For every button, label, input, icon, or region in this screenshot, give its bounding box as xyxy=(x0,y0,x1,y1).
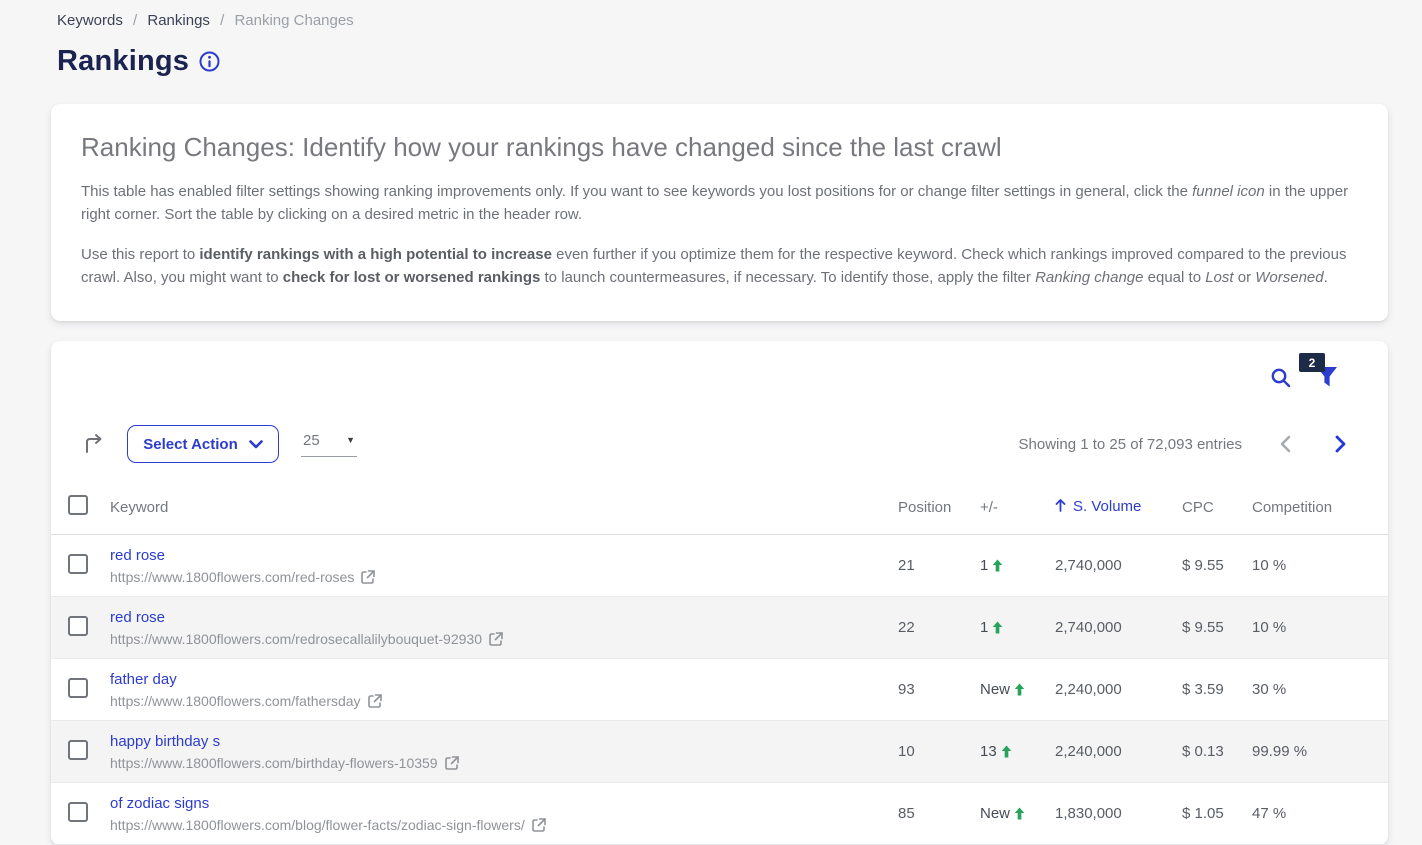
funnel-icon[interactable]: 2 xyxy=(1316,365,1338,389)
keyword-url: https://www.1800flowers.com/birthday-flo… xyxy=(110,755,438,771)
row-checkbox[interactable] xyxy=(68,554,88,574)
volume-value: 2,740,000 xyxy=(1055,597,1182,659)
cpc-value: $ 9.55 xyxy=(1182,597,1252,659)
sort-arrow-up-icon xyxy=(1055,499,1066,516)
pagination-next-button[interactable] xyxy=(1335,435,1346,453)
volume-value: 2,740,000 xyxy=(1055,535,1182,597)
competition-value: 47 % xyxy=(1252,783,1388,845)
cpc-value: $ 9.55 xyxy=(1182,535,1252,597)
external-link-icon[interactable] xyxy=(368,694,382,708)
breadcrumb: Keywords / Rankings / Ranking Changes xyxy=(57,0,1388,29)
keyword-link[interactable]: red rose xyxy=(110,609,165,626)
competition-value: 30 % xyxy=(1252,659,1388,721)
position-value: 85 xyxy=(898,783,980,845)
external-link-icon[interactable] xyxy=(445,756,459,770)
row-checkbox[interactable] xyxy=(68,678,88,698)
competition-value: 10 % xyxy=(1252,597,1388,659)
position-value: 93 xyxy=(898,659,980,721)
info-icon[interactable] xyxy=(199,51,220,72)
rankings-table-card: 2 Select Action xyxy=(51,341,1388,845)
search-icon[interactable] xyxy=(1270,367,1292,389)
rankings-table: Keyword Position +/- S. Volume CPC Compe… xyxy=(51,485,1388,845)
external-link-icon[interactable] xyxy=(489,632,503,646)
intro-paragraph-1: This table has enabled filter settings s… xyxy=(81,181,1358,226)
keyword-url: https://www.1800flowers.com/fathersday xyxy=(110,693,361,709)
column-header-cpc[interactable]: CPC xyxy=(1182,485,1252,535)
keyword-link[interactable]: father day xyxy=(110,671,177,688)
column-header-volume[interactable]: S. Volume xyxy=(1055,485,1182,535)
column-header-competition[interactable]: Competition xyxy=(1252,485,1388,535)
breadcrumb-separator: / xyxy=(133,12,137,29)
keyword-url: https://www.1800flowers.com/red-roses xyxy=(110,569,354,585)
external-link-icon[interactable] xyxy=(361,570,375,584)
page-size-select[interactable]: 25 ▼ xyxy=(301,432,357,457)
change-value: 13 xyxy=(980,743,997,760)
table-row: red rose https://www.1800flowers.com/red… xyxy=(51,597,1388,659)
cpc-value: $ 3.59 xyxy=(1182,659,1252,721)
chevron-down-icon xyxy=(249,440,263,449)
intro-paragraph-2: Use this report to identify rankings wit… xyxy=(81,244,1358,289)
keyword-link[interactable]: of zodiac signs xyxy=(110,795,209,812)
column-header-keyword[interactable]: Keyword xyxy=(110,485,898,535)
competition-value: 10 % xyxy=(1252,535,1388,597)
change-value: 1 xyxy=(980,557,988,574)
keyword-link[interactable]: red rose xyxy=(110,547,165,564)
arrow-up-icon xyxy=(1014,807,1025,820)
arrow-up-icon xyxy=(992,621,1003,634)
keyword-url: https://www.1800flowers.com/blog/flower-… xyxy=(110,817,525,833)
intro-card: Ranking Changes: Identify how your ranki… xyxy=(51,104,1388,321)
volume-value: 1,830,000 xyxy=(1055,783,1182,845)
keyword-link[interactable]: happy birthday s xyxy=(110,733,220,750)
row-checkbox[interactable] xyxy=(68,802,88,822)
showing-entries-text: Showing 1 to 25 of 72,093 entries xyxy=(1019,436,1243,453)
position-value: 10 xyxy=(898,721,980,783)
table-row: father day https://www.1800flowers.com/f… xyxy=(51,659,1388,721)
position-value: 21 xyxy=(898,535,980,597)
select-all-checkbox[interactable] xyxy=(68,495,88,515)
caret-down-icon: ▼ xyxy=(346,435,355,445)
pagination-prev-button[interactable] xyxy=(1280,435,1291,453)
page-size-value: 25 xyxy=(303,432,320,449)
breadcrumb-current: Ranking Changes xyxy=(234,12,353,29)
table-row: of zodiac signs https://www.1800flowers.… xyxy=(51,783,1388,845)
competition-value: 99.99 % xyxy=(1252,721,1388,783)
volume-value: 2,240,000 xyxy=(1055,721,1182,783)
breadcrumb-rankings[interactable]: Rankings xyxy=(147,12,210,29)
intro-heading: Ranking Changes: Identify how your ranki… xyxy=(81,132,1358,163)
row-checkbox[interactable] xyxy=(68,740,88,760)
change-value: 1 xyxy=(980,619,988,636)
change-value: New xyxy=(980,805,1010,822)
page-title: Rankings xyxy=(57,45,189,78)
cpc-value: $ 1.05 xyxy=(1182,783,1252,845)
row-checkbox[interactable] xyxy=(68,616,88,636)
arrow-up-icon xyxy=(1014,683,1025,696)
breadcrumb-keywords[interactable]: Keywords xyxy=(57,12,123,29)
export-arrow-icon[interactable] xyxy=(82,432,106,456)
breadcrumb-separator: / xyxy=(220,12,224,29)
select-action-button[interactable]: Select Action xyxy=(127,425,279,463)
arrow-up-icon xyxy=(1001,745,1012,758)
select-action-label: Select Action xyxy=(143,436,237,453)
volume-value: 2,240,000 xyxy=(1055,659,1182,721)
table-header-row: Keyword Position +/- S. Volume CPC Compe… xyxy=(51,485,1388,535)
filter-count-badge: 2 xyxy=(1299,353,1325,372)
table-row: happy birthday s https://www.1800flowers… xyxy=(51,721,1388,783)
position-value: 22 xyxy=(898,597,980,659)
arrow-up-icon xyxy=(992,559,1003,572)
column-header-change[interactable]: +/- xyxy=(980,485,1055,535)
change-value: New xyxy=(980,681,1010,698)
keyword-url: https://www.1800flowers.com/redrosecalla… xyxy=(110,631,482,647)
table-row: red rose https://www.1800flowers.com/red… xyxy=(51,535,1388,597)
column-header-position[interactable]: Position xyxy=(898,485,980,535)
cpc-value: $ 0.13 xyxy=(1182,721,1252,783)
external-link-icon[interactable] xyxy=(532,818,546,832)
